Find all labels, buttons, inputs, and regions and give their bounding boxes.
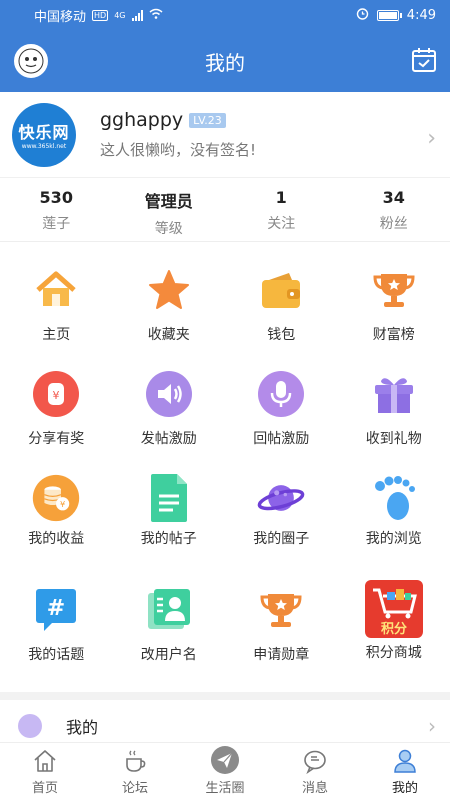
stats-row: 530 莲子 管理员 等级 1 关注 34 粉丝: [0, 178, 450, 242]
grid-item-gifts[interactable]: 收到礼物: [338, 370, 450, 474]
chevron-right-icon: ›: [428, 714, 436, 738]
svg-text:积分: 积分: [381, 621, 407, 637]
points-mall-icon: 积分: [364, 580, 423, 638]
person-icon: [391, 747, 419, 775]
grid-item-reply-incentive[interactable]: 回帖激励: [225, 370, 338, 474]
nav-messages[interactable]: 消息: [270, 743, 360, 800]
hd-badge: HD: [92, 9, 109, 21]
wallet-icon: [257, 266, 305, 314]
chat-bubble-icon: [301, 747, 329, 775]
grid-item-my-circles[interactable]: 我的圈子: [225, 474, 338, 586]
svg-text:#: #: [47, 596, 65, 621]
status-bar: 中国移动 HD 4G 4:49: [0, 0, 450, 30]
stat-fans[interactable]: 34 粉丝: [338, 178, 450, 241]
nav-home[interactable]: 首页: [0, 743, 90, 800]
trophy-icon: [370, 266, 418, 314]
share-reward-icon: ¥: [32, 370, 80, 418]
star-icon: [145, 266, 193, 314]
contact-card-icon: [145, 586, 193, 634]
grid-item-favorites[interactable]: 收藏夹: [113, 266, 226, 370]
nav-mine[interactable]: 我的: [360, 743, 450, 800]
grid-item-post-incentive[interactable]: 发帖激励: [113, 370, 226, 474]
home-outline-icon: [31, 747, 59, 775]
grid-item-points-mall[interactable]: 积分 积分商城: [338, 580, 450, 698]
gift-icon: [370, 370, 418, 418]
profile-section-icon: [18, 714, 42, 738]
stat-following[interactable]: 1 关注: [225, 178, 338, 241]
site-logo: 快乐网 www.365kl.net: [12, 102, 76, 167]
paper-plane-icon: [210, 745, 240, 775]
level-badge: LV.23: [189, 112, 226, 128]
microphone-icon: [257, 370, 305, 418]
grid-item-browse-history[interactable]: 我的浏览: [338, 474, 450, 586]
grid-item-earnings[interactable]: ¥ 我的收益: [0, 474, 113, 586]
profile-card[interactable]: 快乐网 www.365kl.net gghappy LV.23 这人很懒哟，没有…: [0, 92, 450, 178]
chevron-right-icon: ›: [427, 126, 436, 151]
coffee-cup-icon: [121, 747, 149, 775]
hashtag-icon: #: [32, 586, 80, 634]
grid-item-my-posts[interactable]: 我的帖子: [113, 474, 226, 586]
document-icon: [145, 474, 193, 522]
top-bar: 中国移动 HD 4G 4:49 我的: [0, 0, 450, 92]
header: 我的: [0, 30, 450, 92]
home-icon: [32, 266, 80, 314]
grid-item-topics[interactable]: # 我的话题: [0, 586, 113, 698]
clock: 4:49: [406, 7, 436, 23]
more-row[interactable]: 我的 ›: [0, 706, 450, 746]
bottom-nav: 首页 论坛 生活圈 消息 我的: [0, 742, 450, 800]
signal-icon: [131, 9, 143, 21]
battery-icon: [376, 9, 402, 21]
carrier-label: 中国移动: [34, 9, 87, 25]
svg-text:¥: ¥: [53, 389, 60, 402]
svg-text:¥: ¥: [60, 499, 65, 509]
grid-item-home[interactable]: 主页: [0, 266, 113, 370]
alarm-icon: [356, 7, 369, 24]
network-label: 4G: [114, 10, 126, 20]
grid-item-rename[interactable]: 改用户名: [113, 586, 226, 698]
avatar[interactable]: [14, 44, 48, 78]
grid-item-wealth-ranking[interactable]: 财富榜: [338, 266, 450, 370]
grid-item-share-reward[interactable]: ¥ 分享有奖: [0, 370, 113, 474]
nav-life-circle[interactable]: 生活圈: [180, 743, 270, 800]
nav-forum[interactable]: 论坛: [90, 743, 180, 800]
feature-grid: 主页 收藏夹 钱包 财富榜 ¥ 分享有奖 发帖激励 回帖激励 收到礼物 ¥ 我的…: [0, 242, 450, 698]
calendar-checkin-icon[interactable]: [410, 46, 438, 74]
stat-lianzi[interactable]: 530 莲子: [0, 178, 113, 241]
planet-icon: [257, 474, 305, 522]
wifi-icon: [149, 8, 163, 23]
signature: 这人很懒哟，没有签名!: [100, 141, 257, 159]
grid-item-apply-medal[interactable]: 申请勋章: [225, 586, 338, 698]
stat-level[interactable]: 管理员 等级: [113, 178, 226, 241]
username: gghappy: [100, 109, 184, 131]
section-divider: [0, 692, 450, 700]
grid-item-wallet[interactable]: 钱包: [225, 266, 338, 370]
coins-icon: ¥: [32, 474, 80, 522]
page-title: 我的: [205, 50, 245, 75]
footprint-icon: [370, 474, 418, 522]
medal-icon: [257, 586, 305, 634]
speaker-icon: [145, 370, 193, 418]
